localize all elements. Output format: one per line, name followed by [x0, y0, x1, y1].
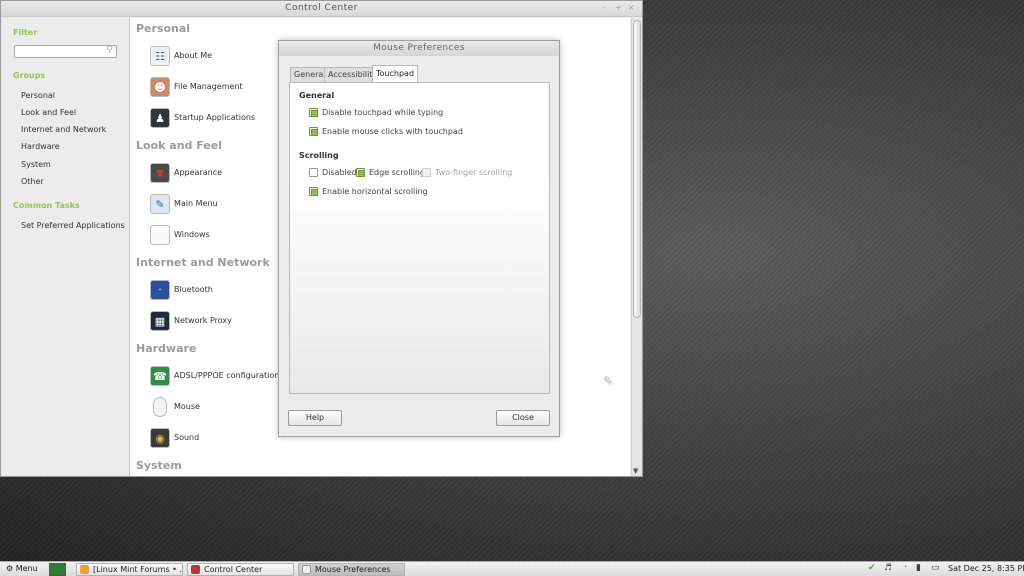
- general-heading: General: [299, 91, 335, 100]
- taskbar-item-control-center[interactable]: Control Center: [187, 563, 294, 576]
- windows-icon: [150, 225, 170, 245]
- tab-touchpad[interactable]: Touchpad: [372, 65, 419, 83]
- scroll-down-icon[interactable]: ▼: [633, 467, 638, 475]
- disable-touchpad-typing-label: Disable touchpad while typing: [322, 108, 444, 117]
- bluetooth-tray-icon[interactable]: ᛫: [903, 563, 908, 573]
- control-center-icon: [191, 565, 200, 574]
- mouse-icon: [153, 397, 167, 417]
- horizontal-scrolling-label: Enable horizontal scrolling: [322, 187, 428, 196]
- groups-heading: Groups: [13, 71, 46, 80]
- minimize-icon[interactable]: –: [602, 3, 606, 12]
- window-title: Control Center: [285, 3, 358, 13]
- help-button[interactable]: Help: [288, 410, 342, 426]
- network-icon[interactable]: ▮: [916, 563, 921, 573]
- dialog-titlebar[interactable]: Mouse Preferences: [279, 41, 559, 56]
- content-scrollbar[interactable]: ▼: [631, 18, 642, 476]
- main-menu-icon: ✎: [150, 194, 170, 214]
- shield-icon[interactable]: ✔: [868, 563, 876, 573]
- sidebar-item-system[interactable]: System: [21, 160, 51, 169]
- scrollbar-thumb[interactable]: [633, 20, 641, 318]
- maximize-icon[interactable]: +: [615, 3, 622, 12]
- sidebar: Filter ⚲ Groups Personal Look and Feel I…: [1, 18, 128, 476]
- mouse-preferences-dialog: Mouse Preferences General Accessibility …: [278, 40, 560, 437]
- two-finger-scrolling-checkbox[interactable]: [422, 168, 431, 177]
- item-label: Mouse: [174, 402, 200, 411]
- section-internet-and-network: Internet and Network: [136, 256, 270, 269]
- horizontal-scrolling-checkbox[interactable]: [309, 187, 318, 196]
- item-label: Bluetooth: [174, 285, 213, 294]
- mouse-pointer-icon: ⬁: [603, 373, 614, 387]
- taskbar-item-mouse-preferences[interactable]: Mouse Preferences: [298, 563, 405, 576]
- edge-scrolling-checkbox[interactable]: [356, 168, 365, 177]
- adsl-icon: ☎: [150, 366, 170, 386]
- item-label: Appearance: [174, 168, 223, 177]
- item-label: Main Menu: [174, 199, 218, 208]
- two-finger-scrolling-label: Two-finger scrolling: [435, 168, 513, 177]
- bluetooth-icon: ᛫: [150, 280, 170, 300]
- item-label: Sound: [174, 433, 200, 442]
- menu-button[interactable]: ⚙ Menu: [6, 563, 38, 576]
- sidebar-item-personal[interactable]: Personal: [21, 91, 55, 100]
- touchpad-tab-page: General Disable touchpad while typing En…: [289, 82, 550, 394]
- item-label: ADSL/PPPOE configuration: [174, 371, 280, 380]
- enable-mouse-clicks-checkbox[interactable]: [309, 127, 318, 136]
- edge-scrolling-label: Edge scrolling: [369, 168, 426, 177]
- item-label: File Management: [174, 82, 243, 91]
- sidebar-item-hardware[interactable]: Hardware: [21, 142, 60, 151]
- dialog-title: Mouse Preferences: [373, 43, 465, 53]
- appearance-icon: ▼: [150, 163, 170, 183]
- item-label: Windows: [174, 230, 210, 239]
- volume-icon[interactable]: ♬: [884, 563, 892, 573]
- taskbar-item-label: [Linux Mint Forums • ...: [93, 565, 183, 574]
- disable-touchpad-typing-checkbox[interactable]: [309, 108, 318, 117]
- taskbar: ⚙ Menu [Linux Mint Forums • ... Control …: [0, 561, 1024, 576]
- menu-label: Menu: [15, 564, 38, 573]
- section-personal: Personal: [136, 22, 191, 35]
- startup-applications-icon: ♟: [150, 108, 170, 128]
- filter-heading: Filter: [13, 28, 38, 37]
- item-label: Startup Applications: [174, 113, 256, 122]
- search-icon: ⚲: [106, 45, 113, 55]
- menu-gear-icon: ⚙: [6, 564, 14, 573]
- mouse-preferences-icon: [302, 565, 311, 574]
- taskbar-item-firefox[interactable]: [Linux Mint Forums • ...: [76, 563, 183, 576]
- enable-mouse-clicks-label: Enable mouse clicks with touchpad: [322, 127, 463, 136]
- scrolling-disabled-checkbox[interactable]: [309, 168, 318, 177]
- firefox-icon: [80, 565, 89, 574]
- sidebar-item-other[interactable]: Other: [21, 177, 44, 186]
- sidebar-task-preferred-apps[interactable]: Set Preferred Applications: [21, 221, 125, 230]
- scrolling-heading: Scrolling: [299, 151, 339, 160]
- sidebar-item-internet-and-network[interactable]: Internet and Network: [21, 125, 106, 134]
- taskbar-item-label: Mouse Preferences: [315, 565, 391, 574]
- sound-icon: ◉: [150, 428, 170, 448]
- section-hardware: Hardware: [136, 342, 197, 355]
- network-proxy-icon: ▦: [150, 311, 170, 331]
- section-system: System: [136, 459, 182, 472]
- item-label: About Me: [174, 51, 213, 60]
- filter-input[interactable]: ⚲: [14, 45, 117, 58]
- battery-icon[interactable]: ▭: [931, 563, 940, 573]
- control-center-titlebar[interactable]: Control Center – + ×: [1, 1, 642, 17]
- common-tasks-heading: Common Tasks: [13, 201, 80, 210]
- file-management-icon: ☻: [150, 77, 170, 97]
- sidebar-item-look-and-feel[interactable]: Look and Feel: [21, 108, 76, 117]
- close-button[interactable]: Close: [496, 410, 550, 426]
- item-label: Network Proxy: [174, 316, 232, 325]
- clock[interactable]: Sat Dec 25, 8:35 PM: [948, 563, 1024, 576]
- scrolling-disabled-label: Disabled: [322, 168, 357, 177]
- close-window-icon[interactable]: ×: [628, 3, 635, 12]
- about-me-icon: ☷: [150, 46, 170, 66]
- taskbar-item-label: Control Center: [204, 565, 263, 574]
- show-desktop-icon[interactable]: [49, 563, 66, 576]
- section-look-and-feel: Look and Feel: [136, 139, 222, 152]
